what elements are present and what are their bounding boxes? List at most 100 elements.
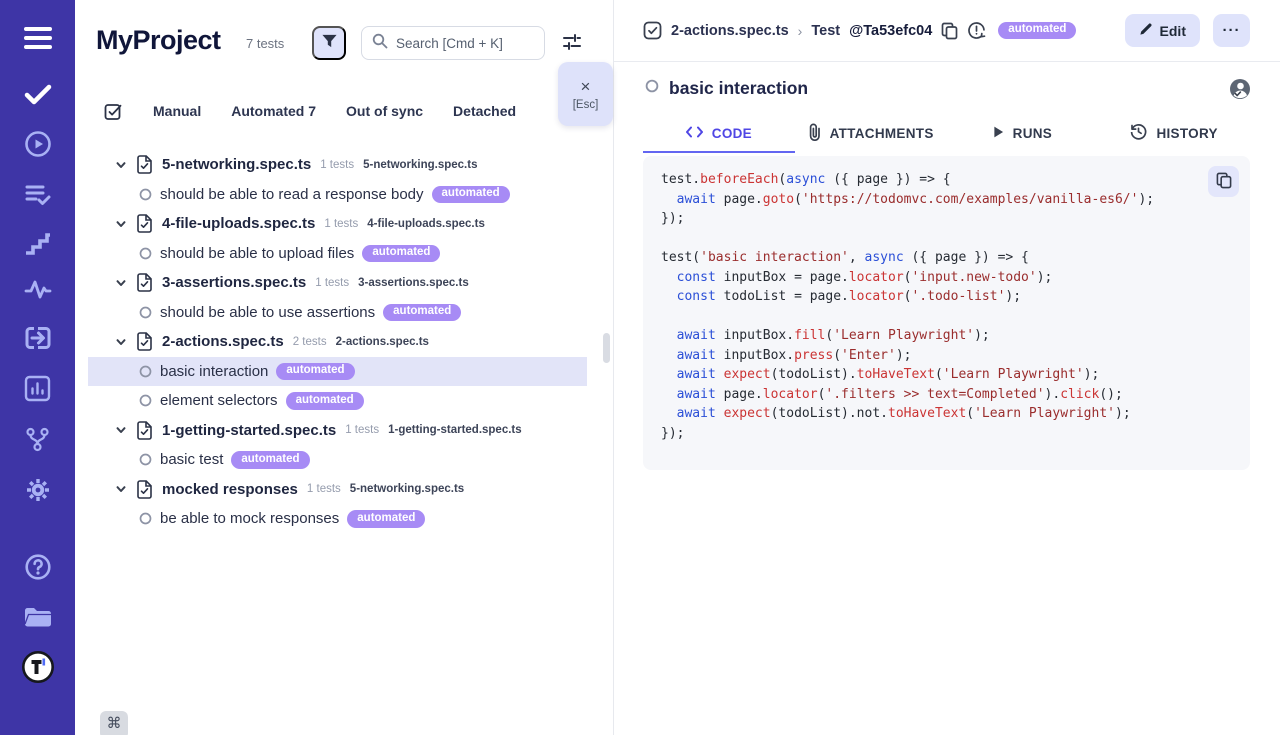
spec-file-icon bbox=[136, 421, 153, 440]
code-line: const todoList = page.locator('.todo-lis… bbox=[661, 287, 1232, 307]
code-line: const inputBox = page.locator('input.new… bbox=[661, 268, 1232, 288]
code-line: await expect(todoList).toHaveText('Learn… bbox=[661, 365, 1232, 385]
spec-file-icon bbox=[136, 214, 153, 233]
chevron-down-icon[interactable] bbox=[115, 277, 127, 289]
test-list-panel: MyProject 7 tests Manual Automated 7 Out… bbox=[75, 0, 614, 735]
menu-icon[interactable] bbox=[22, 25, 54, 51]
test-doc-icon bbox=[643, 21, 662, 40]
app-window: MyProject 7 tests Manual Automated 7 Out… bbox=[0, 0, 1280, 735]
detail-tabs: CODE ATTACHMENTS RUNS HISTORY bbox=[643, 115, 1250, 153]
tab-attachments[interactable]: ATTACHMENTS bbox=[795, 115, 947, 153]
tab-out-of-sync[interactable]: Out of sync bbox=[346, 103, 423, 119]
app-logo[interactable] bbox=[21, 650, 55, 684]
tree-file-row[interactable]: 5-networking.spec.ts1 tests5-networking.… bbox=[88, 150, 587, 180]
automated-badge: automated bbox=[231, 451, 309, 469]
spec-file-icon bbox=[136, 155, 153, 174]
search-input[interactable] bbox=[396, 36, 534, 51]
sign-in-icon[interactable] bbox=[24, 325, 52, 351]
tab-history[interactable]: HISTORY bbox=[1098, 115, 1250, 153]
file-test-count: 1 tests bbox=[345, 424, 379, 436]
tree-test-row[interactable]: basic test automated bbox=[88, 445, 587, 475]
close-icon[interactable]: × bbox=[581, 78, 591, 95]
copy-code-button[interactable] bbox=[1208, 166, 1239, 197]
chevron-down-icon[interactable] bbox=[115, 218, 127, 230]
tree-test-row[interactable]: should be able to read a response body au… bbox=[88, 180, 587, 210]
check-icon[interactable] bbox=[23, 81, 53, 107]
chevron-down-icon[interactable] bbox=[115, 483, 127, 495]
copy-icon[interactable] bbox=[941, 22, 958, 40]
tree-file-row[interactable]: 4-file-uploads.spec.ts1 tests4-file-uplo… bbox=[88, 209, 587, 239]
tab-code-label: CODE bbox=[712, 126, 752, 141]
code-icon bbox=[686, 126, 703, 141]
project-title: MyProject bbox=[96, 25, 221, 56]
tree-test-row[interactable]: be able to mock responsesautomated bbox=[88, 504, 587, 534]
folder-icon[interactable] bbox=[23, 605, 53, 629]
search-icon bbox=[372, 33, 388, 54]
breadcrumb-file[interactable]: 2-actions.spec.ts bbox=[671, 23, 789, 39]
run-list-icon[interactable] bbox=[24, 182, 52, 208]
activity-icon[interactable] bbox=[24, 279, 52, 301]
tree-file-row[interactable]: 2-actions.spec.ts2 tests2-actions.spec.t… bbox=[88, 327, 587, 357]
filter-button[interactable] bbox=[312, 26, 346, 60]
sidebar bbox=[0, 0, 75, 735]
file-test-count: 1 tests bbox=[324, 218, 358, 230]
tree-file-row[interactable]: 3-assertions.spec.ts1 tests3-assertions.… bbox=[88, 268, 587, 298]
steps-icon[interactable] bbox=[24, 232, 52, 256]
automated-badge: automated bbox=[276, 363, 354, 381]
automated-badge: automated bbox=[432, 186, 510, 204]
copy-icon bbox=[1216, 172, 1232, 192]
tab-history-label: HISTORY bbox=[1156, 126, 1217, 141]
git-branch-icon[interactable] bbox=[24, 426, 51, 453]
test-status-icon bbox=[139, 512, 152, 525]
tab-manual[interactable]: Manual bbox=[153, 103, 201, 119]
command-key-button[interactable]: ⌘ bbox=[100, 711, 128, 735]
detail-topbar: 2-actions.spec.ts › Test @Ta53efc04 auto… bbox=[614, 0, 1280, 62]
test-status-icon bbox=[139, 365, 152, 378]
tab-code[interactable]: CODE bbox=[643, 115, 795, 153]
more-button[interactable]: ··· bbox=[1213, 14, 1250, 47]
code-line bbox=[661, 229, 1232, 249]
tree-test-row[interactable]: element selectorsautomated bbox=[88, 386, 587, 416]
tree-file-row[interactable]: mocked responses1 tests5-networking.spec… bbox=[88, 475, 587, 505]
tab-detached[interactable]: Detached bbox=[453, 103, 516, 119]
sync-status-icon[interactable] bbox=[967, 21, 986, 40]
test-status-icon bbox=[139, 453, 152, 466]
automated-badge: automated bbox=[286, 392, 364, 410]
file-path: 2-actions.spec.ts bbox=[336, 336, 429, 348]
select-all-icon[interactable] bbox=[104, 102, 123, 121]
chevron-down-icon[interactable] bbox=[115, 159, 127, 171]
code-line: await expect(todoList).not.toHaveText('L… bbox=[661, 404, 1232, 424]
test-name: should be able to read a response body bbox=[160, 186, 424, 203]
edit-button[interactable]: Edit bbox=[1125, 14, 1200, 47]
help-icon[interactable] bbox=[24, 553, 52, 581]
spec-file-icon bbox=[136, 273, 153, 292]
tab-automated[interactable]: Automated 7 bbox=[231, 103, 316, 119]
chevron-down-icon[interactable] bbox=[115, 424, 127, 436]
test-detail-panel: 2-actions.spec.ts › Test @Ta53efc04 auto… bbox=[614, 0, 1280, 735]
settings-sliders-icon[interactable] bbox=[562, 33, 582, 56]
test-tree: 5-networking.spec.ts 1 tests 5-networking.… bbox=[75, 150, 613, 534]
tree-test-row[interactable]: basic interactionautomated bbox=[88, 357, 587, 387]
file-path: 5-networking.spec.ts bbox=[363, 159, 477, 171]
automated-badge: automated bbox=[998, 22, 1076, 40]
search-box bbox=[361, 26, 545, 60]
status-filter-tabs: Manual Automated 7 Out of sync Detached bbox=[104, 96, 516, 126]
chevron-down-icon[interactable] bbox=[115, 336, 127, 348]
tab-runs[interactable]: RUNS bbox=[947, 115, 1099, 153]
test-id: @Ta53efc04 bbox=[849, 23, 932, 39]
assignee-avatar[interactable] bbox=[1229, 78, 1251, 100]
test-status-icon bbox=[139, 188, 152, 201]
bar-chart-icon[interactable] bbox=[24, 375, 51, 402]
code-line: await page.goto('https://todomvc.com/exa… bbox=[661, 190, 1232, 210]
tree-test-row[interactable]: should be able to upload filesautomated bbox=[88, 239, 587, 269]
tree-test-row[interactable]: should be able to use assertionsautomate… bbox=[88, 298, 587, 328]
automated-badge: automated bbox=[383, 304, 461, 322]
test-name: basic test bbox=[160, 451, 223, 468]
play-circle-icon[interactable] bbox=[24, 130, 52, 158]
test-name: be able to mock responses bbox=[160, 510, 339, 527]
gear-icon[interactable] bbox=[24, 476, 52, 504]
tree-file-row[interactable]: 1-getting-started.spec.ts1 tests1-gettin… bbox=[88, 416, 587, 446]
file-name: 5-networking.spec.ts bbox=[162, 156, 311, 173]
tab-attachments-label: ATTACHMENTS bbox=[830, 126, 934, 141]
scrollbar-thumb[interactable] bbox=[603, 333, 610, 363]
